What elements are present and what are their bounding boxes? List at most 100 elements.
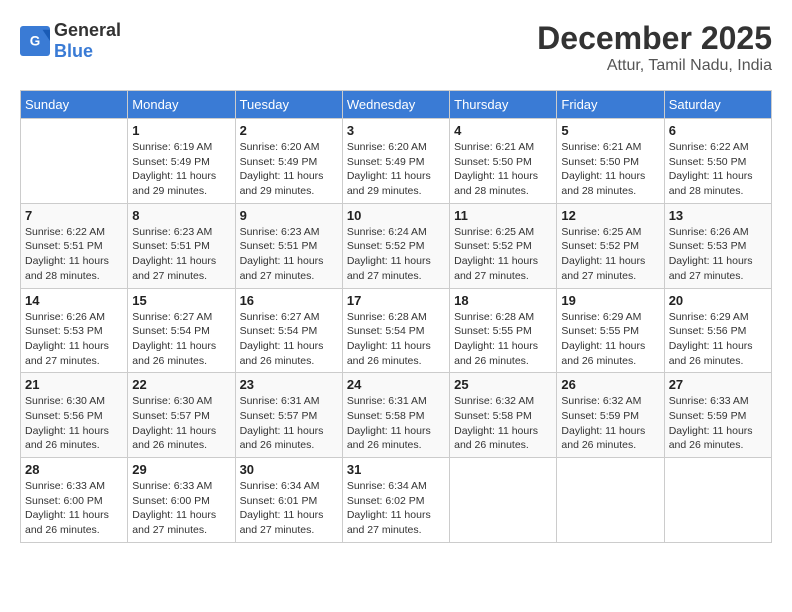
day-number: 29	[132, 462, 230, 477]
day-number: 2	[240, 123, 338, 138]
day-cell: 29Sunrise: 6:33 AMSunset: 6:00 PMDayligh…	[128, 458, 235, 543]
day-number: 8	[132, 208, 230, 223]
day-cell: 6Sunrise: 6:22 AMSunset: 5:50 PMDaylight…	[664, 119, 771, 204]
day-cell: 21 Sunrise: 6:30 AMSunset: 5:56 PMDayligh…	[21, 373, 128, 458]
day-number: 26	[561, 377, 659, 392]
day-info: Sunrise: 6:28 AMSunset: 5:54 PMDaylight:…	[347, 310, 445, 369]
day-info: Sunrise: 6:29 AMSunset: 5:56 PMDaylight:…	[669, 310, 767, 369]
week-row-1: 1Sunrise: 6:19 AMSunset: 5:49 PMDaylight…	[21, 119, 772, 204]
day-header-thursday: Thursday	[450, 91, 557, 119]
calendar-table: SundayMondayTuesdayWednesdayThursdayFrid…	[20, 90, 772, 543]
day-info: Sunrise: 6:29 AMSunset: 5:55 PMDaylight:…	[561, 310, 659, 369]
day-header-wednesday: Wednesday	[342, 91, 449, 119]
logo-blue-text: Blue	[54, 41, 93, 61]
day-number: 15	[132, 293, 230, 308]
day-info: Sunrise: 6:19 AMSunset: 5:49 PMDaylight:…	[132, 140, 230, 199]
day-info: Sunrise: 6:32 AMSunset: 5:59 PMDaylight:…	[561, 394, 659, 453]
day-cell: 5 Sunrise: 6:21 AMSunset: 5:50 PMDaylight…	[557, 119, 664, 204]
day-cell: 18 Sunrise: 6:28 AMSunset: 5:55 PMDayligh…	[450, 288, 557, 373]
day-cell: 30 Sunrise: 6:34 AMSunset: 6:01 PMDayligh…	[235, 458, 342, 543]
day-cell: 13Sunrise: 6:26 AMSunset: 5:53 PMDayligh…	[664, 203, 771, 288]
day-info: Sunrise: 6:31 AMSunset: 5:58 PMDaylight:…	[347, 394, 445, 453]
day-info: Sunrise: 6:32 AMSunset: 5:58 PMDaylight:…	[454, 394, 552, 453]
day-cell: 25 Sunrise: 6:32 AMSunset: 5:58 PMDayligh…	[450, 373, 557, 458]
week-row-2: 7 Sunrise: 6:22 AMSunset: 5:51 PMDaylight…	[21, 203, 772, 288]
day-number: 30	[240, 462, 338, 477]
day-info: Sunrise: 6:21 AMSunset: 5:50 PMDaylight:…	[561, 140, 659, 199]
day-number: 11	[454, 208, 552, 223]
week-row-4: 21 Sunrise: 6:30 AMSunset: 5:56 PMDayligh…	[21, 373, 772, 458]
day-header-monday: Monday	[128, 91, 235, 119]
day-cell: 16 Sunrise: 6:27 AMSunset: 5:54 PMDayligh…	[235, 288, 342, 373]
day-number: 21	[25, 377, 123, 392]
day-cell: 10 Sunrise: 6:24 AMSunset: 5:52 PMDayligh…	[342, 203, 449, 288]
day-number: 20	[669, 293, 767, 308]
logo-text: General	[54, 20, 121, 40]
day-info: Sunrise: 6:28 AMSunset: 5:55 PMDaylight:…	[454, 310, 552, 369]
day-number: 31	[347, 462, 445, 477]
day-cell: 15Sunrise: 6:27 AMSunset: 5:54 PMDayligh…	[128, 288, 235, 373]
day-number: 14	[25, 293, 123, 308]
day-info: Sunrise: 6:33 AMSunset: 6:00 PMDaylight:…	[25, 479, 123, 538]
week-row-3: 14 Sunrise: 6:26 AMSunset: 5:53 PMDayligh…	[21, 288, 772, 373]
day-number: 12	[561, 208, 659, 223]
day-info: Sunrise: 6:25 AMSunset: 5:52 PMDaylight:…	[561, 225, 659, 284]
calendar-body: 1Sunrise: 6:19 AMSunset: 5:49 PMDaylight…	[21, 119, 772, 543]
day-number: 10	[347, 208, 445, 223]
logo: G General Blue	[20, 20, 121, 62]
day-number: 3	[347, 123, 445, 138]
day-cell	[450, 458, 557, 543]
day-number: 23	[240, 377, 338, 392]
day-cell: 2 Sunrise: 6:20 AMSunset: 5:49 PMDaylight…	[235, 119, 342, 204]
day-cell	[557, 458, 664, 543]
day-info: Sunrise: 6:27 AMSunset: 5:54 PMDaylight:…	[240, 310, 338, 369]
day-info: Sunrise: 6:23 AMSunset: 5:51 PMDaylight:…	[132, 225, 230, 284]
day-info: Sunrise: 6:22 AMSunset: 5:51 PMDaylight:…	[25, 225, 123, 284]
day-cell: 26 Sunrise: 6:32 AMSunset: 5:59 PMDayligh…	[557, 373, 664, 458]
day-info: Sunrise: 6:22 AMSunset: 5:50 PMDaylight:…	[669, 140, 767, 199]
day-cell: 17Sunrise: 6:28 AMSunset: 5:54 PMDayligh…	[342, 288, 449, 373]
day-info: Sunrise: 6:31 AMSunset: 5:57 PMDaylight:…	[240, 394, 338, 453]
day-number: 7	[25, 208, 123, 223]
calendar-header: SundayMondayTuesdayWednesdayThursdayFrid…	[21, 91, 772, 119]
title-block: December 2025 Attur, Tamil Nadu, India	[537, 20, 772, 75]
day-header-tuesday: Tuesday	[235, 91, 342, 119]
day-info: Sunrise: 6:30 AMSunset: 5:56 PMDaylight:…	[25, 394, 123, 453]
day-info: Sunrise: 6:23 AMSunset: 5:51 PMDaylight:…	[240, 225, 338, 284]
logo-icon: G	[20, 26, 50, 56]
day-number: 22	[132, 377, 230, 392]
day-info: Sunrise: 6:20 AMSunset: 5:49 PMDaylight:…	[347, 140, 445, 199]
day-info: Sunrise: 6:24 AMSunset: 5:52 PMDaylight:…	[347, 225, 445, 284]
day-cell: 3 Sunrise: 6:20 AMSunset: 5:49 PMDaylight…	[342, 119, 449, 204]
day-cell: 14 Sunrise: 6:26 AMSunset: 5:53 PMDayligh…	[21, 288, 128, 373]
day-info: Sunrise: 6:34 AMSunset: 6:01 PMDaylight:…	[240, 479, 338, 538]
day-header-sunday: Sunday	[21, 91, 128, 119]
day-header-saturday: Saturday	[664, 91, 771, 119]
day-number: 5	[561, 123, 659, 138]
day-cell: 11Sunrise: 6:25 AMSunset: 5:52 PMDayligh…	[450, 203, 557, 288]
day-number: 16	[240, 293, 338, 308]
day-number: 4	[454, 123, 552, 138]
day-cell: 7 Sunrise: 6:22 AMSunset: 5:51 PMDaylight…	[21, 203, 128, 288]
day-number: 9	[240, 208, 338, 223]
day-number: 18	[454, 293, 552, 308]
day-cell: 22Sunrise: 6:30 AMSunset: 5:57 PMDayligh…	[128, 373, 235, 458]
day-cell: 1Sunrise: 6:19 AMSunset: 5:49 PMDaylight…	[128, 119, 235, 204]
day-cell: 19Sunrise: 6:29 AMSunset: 5:55 PMDayligh…	[557, 288, 664, 373]
page-header: G General Blue December 2025 Attur, Tami…	[20, 20, 772, 75]
week-row-5: 28 Sunrise: 6:33 AMSunset: 6:00 PMDayligh…	[21, 458, 772, 543]
day-info: Sunrise: 6:34 AMSunset: 6:02 PMDaylight:…	[347, 479, 445, 538]
day-cell	[21, 119, 128, 204]
day-cell: 24 Sunrise: 6:31 AMSunset: 5:58 PMDayligh…	[342, 373, 449, 458]
location-subtitle: Attur, Tamil Nadu, India	[537, 57, 772, 75]
day-info: Sunrise: 6:26 AMSunset: 5:53 PMDaylight:…	[669, 225, 767, 284]
day-number: 27	[669, 377, 767, 392]
day-cell: 31 Sunrise: 6:34 AMSunset: 6:02 PMDayligh…	[342, 458, 449, 543]
day-number: 25	[454, 377, 552, 392]
day-info: Sunrise: 6:20 AMSunset: 5:49 PMDaylight:…	[240, 140, 338, 199]
day-number: 28	[25, 462, 123, 477]
day-cell: 12 Sunrise: 6:25 AMSunset: 5:52 PMDayligh…	[557, 203, 664, 288]
day-number: 24	[347, 377, 445, 392]
day-info: Sunrise: 6:26 AMSunset: 5:53 PMDaylight:…	[25, 310, 123, 369]
day-cell: 20 Sunrise: 6:29 AMSunset: 5:56 PMDayligh…	[664, 288, 771, 373]
